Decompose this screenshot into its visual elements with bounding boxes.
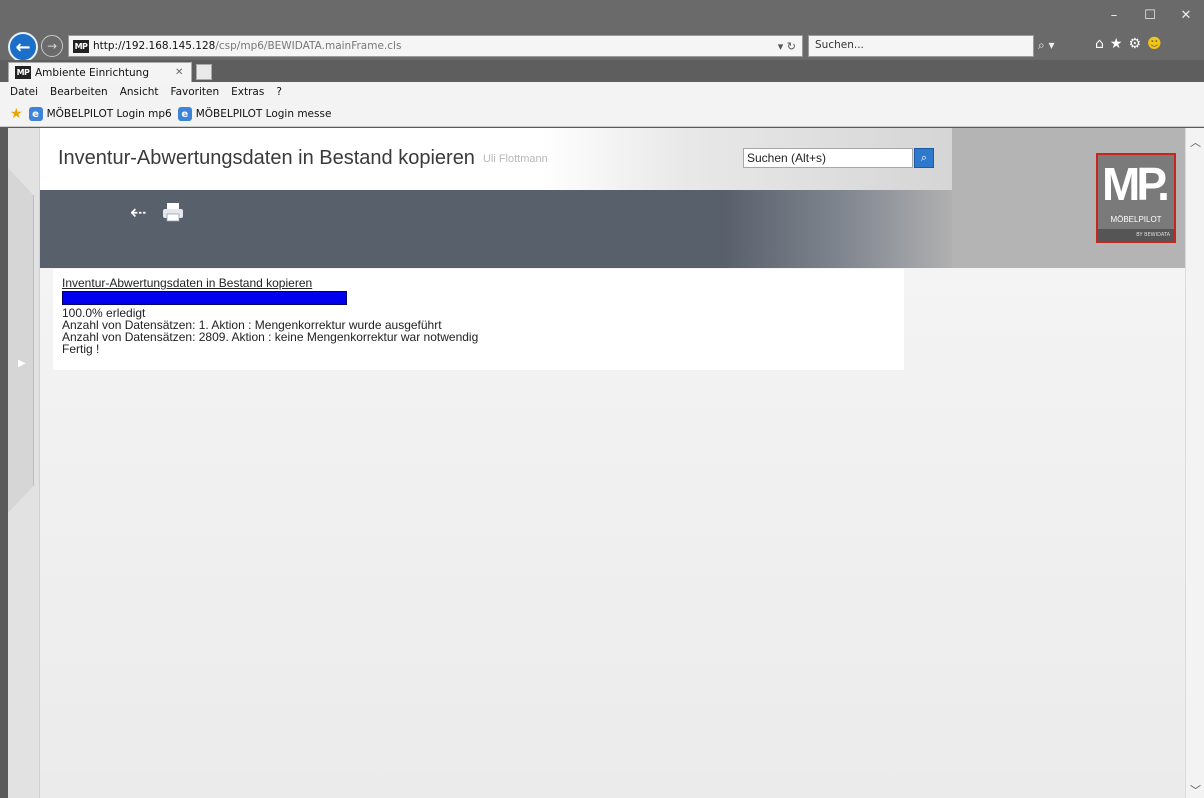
vertical-scrollbar[interactable]: ︿ ﹀ [1185, 128, 1204, 798]
done-message: Fertig ! [62, 342, 100, 356]
app-header: Inventur-Abwertungsdaten in Bestand kopi… [40, 128, 1185, 268]
page-content: ▶ Inventur-Abwertungsdaten in Bestand ko… [8, 128, 1185, 798]
tab-favicon: MP [15, 66, 31, 79]
menu-bar: Datei Bearbeiten Ansicht Favoriten Extra… [0, 82, 1204, 102]
result-line-2: Anzahl von Datensätzen: 2809. Aktion : k… [62, 330, 479, 344]
favorites-star-icon[interactable]: ★ [10, 106, 23, 122]
browser-search-input[interactable]: Suchen... [808, 35, 1034, 57]
tab-title: Ambiente Einrichtung [35, 66, 149, 79]
tab-strip: MP Ambiente Einrichtung ✕ [0, 60, 1204, 82]
logo-mark: MP. [1102, 158, 1170, 210]
favorite-label: MÖBELPILOT Login messe [195, 108, 332, 120]
dropdown-icon[interactable]: ▾ [778, 40, 784, 53]
sidebar-toggle-handle[interactable]: ▶ [8, 168, 34, 513]
scroll-down-icon[interactable]: ﹀ [1186, 782, 1204, 798]
menu-bearbeiten[interactable]: Bearbeiten [44, 86, 114, 98]
search-icon[interactable]: ⌕ ▾ [1038, 38, 1055, 53]
app-search-input[interactable]: Suchen (Alt+s) [743, 148, 913, 168]
back-icon: ← [15, 36, 31, 58]
page-title-text: Inventur-Abwertungsdaten in Bestand kopi… [58, 147, 475, 169]
smiley-icon[interactable]: ☻ [1147, 36, 1162, 52]
forward-icon: → [46, 39, 58, 53]
refresh-icon[interactable]: ↻ [787, 40, 796, 53]
ie-icon: e [28, 107, 43, 121]
gear-icon[interactable]: ⚙ [1128, 36, 1141, 52]
print-icon[interactable] [162, 202, 184, 222]
menu-datei[interactable]: Datei [4, 86, 44, 98]
title-strip: Inventur-Abwertungsdaten in Bestand kopi… [40, 128, 952, 190]
star-icon[interactable]: ★ [1110, 36, 1123, 52]
menu-favoriten[interactable]: Favoriten [165, 86, 226, 98]
url-path: /csp/mp6/BEWIDATA.mainFrame.cls [215, 40, 402, 52]
ie-icon: e [177, 107, 192, 121]
progress-title: Inventur-Abwertungsdaten in Bestand kopi… [62, 276, 313, 290]
favorite-link-messe[interactable]: e MÖBELPILOT Login messe [177, 107, 332, 121]
window-controls: – ☐ ✕ [1096, 0, 1204, 30]
favorites-bar: ★ e MÖBELPILOT Login mp6 e MÖBELPILOT Lo… [0, 102, 1204, 127]
tab-ambiente-einrichtung[interactable]: MP Ambiente Einrichtung ✕ [8, 62, 192, 82]
browser-back-button[interactable]: ← [8, 32, 38, 62]
progress-panel: Inventur-Abwertungsdaten in Bestand kopi… [53, 269, 904, 370]
moebelpilot-logo[interactable]: MP. MÖBELPILOT BY BEWIDATA [1096, 153, 1176, 243]
favorite-label: MÖBELPILOT Login mp6 [46, 108, 172, 120]
url-host: http://192.168.145.128 [93, 40, 216, 52]
back-arrow-icon: ⇠ [130, 200, 147, 224]
maximize-icon[interactable]: ☐ [1132, 0, 1168, 30]
new-tab-button[interactable] [196, 64, 212, 80]
tab-close-icon[interactable]: ✕ [175, 67, 191, 78]
menu-extras[interactable]: Extras [225, 86, 270, 98]
user-name: Uli Flottmann [482, 152, 548, 165]
logo-name: MÖBELPILOT [1110, 215, 1162, 224]
home-icon[interactable]: ⌂ [1095, 36, 1104, 52]
page-title: Inventur-Abwertungsdaten in Bestand kopi… [58, 147, 548, 170]
logo-by: BY BEWIDATA [1098, 229, 1174, 241]
address-tools[interactable]: ▾ ↻ [762, 40, 802, 53]
scroll-up-icon[interactable]: ︿ [1186, 134, 1204, 150]
menu-ansicht[interactable]: Ansicht [114, 86, 165, 98]
search-icon: ⌕ [920, 151, 928, 164]
back-arrow-button[interactable]: ⇠ [130, 200, 147, 224]
address-bar[interactable]: MP http://192.168.145.128/csp/mp6/BEWIDA… [68, 35, 803, 57]
site-favicon: MP [73, 39, 89, 53]
minimize-icon[interactable]: – [1096, 0, 1132, 30]
browser-forward-button[interactable]: → [41, 35, 63, 57]
app-search-button[interactable]: ⌕ [914, 148, 934, 168]
favorite-link-mp6[interactable]: e MÖBELPILOT Login mp6 [28, 107, 172, 121]
chevron-right-icon: ▶ [18, 358, 26, 369]
url-text[interactable]: http://192.168.145.128/csp/mp6/BEWIDATA.… [93, 40, 762, 52]
browser-toolbar-icons: ⌂ ★ ⚙ ☻ [1095, 36, 1162, 52]
close-icon[interactable]: ✕ [1168, 0, 1204, 30]
action-bar: ⇠ [40, 190, 952, 268]
left-pane: ▶ [8, 128, 40, 798]
menu-help[interactable]: ? [270, 86, 288, 98]
progress-bar [62, 291, 347, 305]
